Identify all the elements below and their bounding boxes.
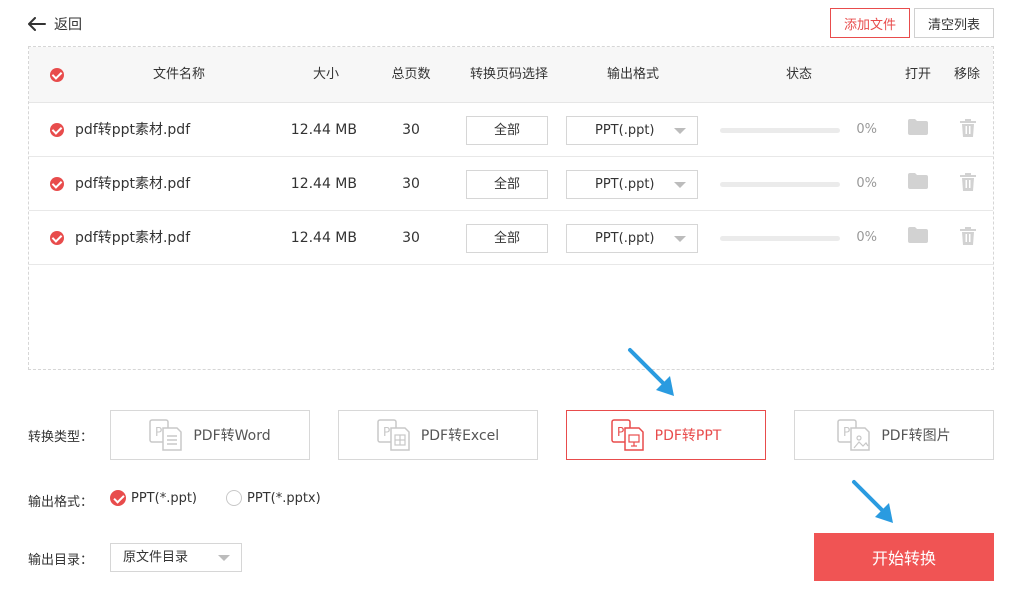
progress-bar	[720, 128, 840, 133]
type-label: PDF转Excel	[420, 428, 500, 444]
progress-bar	[720, 182, 840, 187]
page-range-button[interactable]: 全部	[466, 224, 548, 253]
start-convert-button[interactable]: 开始转换	[814, 533, 994, 581]
pdf-image-icon: P	[837, 419, 871, 451]
file-name: pdf转ppt素材.pdf	[75, 122, 191, 138]
header-status: 状态	[785, 67, 812, 82]
radio-label: PPT(*.pptx)	[247, 490, 321, 506]
progress-percent: 0%	[856, 176, 877, 191]
folder-icon	[908, 173, 928, 189]
table-row: pdf转ppt素材.pdf 12.44 MB 30 全部 PPT(.ppt) 0…	[29, 211, 993, 265]
row-checkbox[interactable]	[50, 231, 64, 245]
pdf-ppt-icon: P	[610, 419, 644, 451]
output-format-value: PPT(.ppt)	[595, 231, 655, 246]
progress-percent: 0%	[856, 122, 877, 137]
folder-icon	[908, 227, 928, 243]
remove-button[interactable]	[960, 227, 976, 249]
radio-ppt[interactable]: PPT(*.ppt)	[110, 490, 197, 506]
clear-list-button[interactable]: 清空列表	[914, 8, 994, 38]
output-format-value: PPT(.ppt)	[595, 123, 655, 138]
chevron-down-icon	[218, 555, 230, 561]
open-folder-button[interactable]	[908, 227, 928, 247]
radio-unchecked-icon	[226, 490, 242, 506]
header-output-format: 输出格式	[606, 67, 659, 82]
back-label: 返回	[54, 17, 82, 33]
page-count: 30	[402, 230, 420, 246]
header-open: 打开	[904, 67, 931, 82]
page-count: 30	[402, 176, 420, 192]
output-format-select[interactable]: PPT(.ppt)	[566, 224, 698, 253]
type-pdf-to-ppt[interactable]: P PDF转PPT	[566, 410, 766, 460]
type-label: PDF转PPT	[654, 428, 722, 444]
trash-icon	[960, 173, 976, 191]
type-label: PDF转Word	[193, 428, 271, 444]
header-remove: 移除	[953, 67, 980, 82]
output-format-label: 输出格式：	[28, 495, 94, 510]
radio-checked-icon	[110, 490, 126, 506]
progress-bar	[720, 236, 840, 241]
page-count: 30	[402, 122, 420, 138]
type-pdf-to-word[interactable]: P PDF转Word	[110, 410, 310, 460]
header-size: 大小	[312, 67, 339, 82]
type-label: PDF转图片	[881, 428, 951, 444]
type-pdf-to-image[interactable]: P PDF转图片	[794, 410, 994, 460]
select-all-checkbox[interactable]	[50, 68, 64, 82]
pdf-word-icon: P	[149, 419, 183, 451]
svg-text:P: P	[155, 425, 162, 439]
table-header: 文件名称 大小 总页数 转换页码选择 输出格式 状态 打开 移除	[29, 47, 993, 103]
row-checkbox[interactable]	[50, 123, 64, 137]
svg-text:P: P	[843, 425, 850, 439]
chevron-down-icon	[674, 182, 686, 188]
svg-text:P: P	[383, 425, 390, 439]
trash-icon	[960, 119, 976, 137]
chevron-down-icon	[674, 128, 686, 134]
file-name: pdf转ppt素材.pdf	[75, 230, 191, 246]
header-page-select: 转换页码选择	[469, 67, 548, 82]
output-format-value: PPT(.ppt)	[595, 177, 655, 192]
table-row: pdf转ppt素材.pdf 12.44 MB 30 全部 PPT(.ppt) 0…	[29, 157, 993, 211]
output-dir-label: 输出目录：	[28, 553, 94, 568]
arrow-left-icon	[28, 17, 46, 31]
annotation-arrow-icon	[852, 480, 893, 523]
table-row: pdf转ppt素材.pdf 12.44 MB 30 全部 PPT(.ppt) 0…	[29, 103, 993, 157]
chevron-down-icon	[674, 236, 686, 242]
radio-label: PPT(*.ppt)	[131, 490, 197, 506]
file-size: 12.44 MB	[290, 230, 357, 246]
output-format-select[interactable]: PPT(.ppt)	[566, 170, 698, 199]
page-range-button[interactable]: 全部	[466, 116, 548, 145]
folder-icon	[908, 119, 928, 135]
progress-percent: 0%	[856, 230, 877, 245]
add-file-button[interactable]: 添加文件	[830, 8, 910, 38]
output-dir-value: 原文件目录	[123, 550, 189, 565]
file-list-panel: 文件名称 大小 总页数 转换页码选择 输出格式 状态 打开 移除 pdf转ppt…	[28, 46, 994, 370]
file-name: pdf转ppt素材.pdf	[75, 176, 191, 192]
open-folder-button[interactable]	[908, 173, 928, 193]
trash-icon	[960, 227, 976, 245]
annotation-arrow-icon	[628, 348, 674, 396]
file-size: 12.44 MB	[290, 176, 357, 192]
conversion-type-label: 转换类型：	[28, 430, 94, 445]
radio-pptx[interactable]: PPT(*.pptx)	[226, 490, 321, 506]
back-button[interactable]: 返回	[28, 14, 82, 34]
page-range-button[interactable]: 全部	[466, 170, 548, 199]
remove-button[interactable]	[960, 173, 976, 195]
type-pdf-to-excel[interactable]: P PDF转Excel	[338, 410, 538, 460]
output-format-select[interactable]: PPT(.ppt)	[566, 116, 698, 145]
header-name: 文件名称	[152, 67, 205, 82]
open-folder-button[interactable]	[908, 119, 928, 139]
row-checkbox[interactable]	[50, 177, 64, 191]
file-size: 12.44 MB	[290, 122, 357, 138]
svg-text:P: P	[617, 425, 624, 439]
output-dir-select[interactable]: 原文件目录	[110, 543, 242, 572]
pdf-converter-window: 返回 添加文件 清空列表 文件名称 大小 总页数 转换页码选择 输出格式 状态 …	[0, 0, 1022, 614]
pdf-excel-icon: P	[377, 419, 410, 451]
header-pages: 总页数	[391, 67, 431, 82]
remove-button[interactable]	[960, 119, 976, 141]
